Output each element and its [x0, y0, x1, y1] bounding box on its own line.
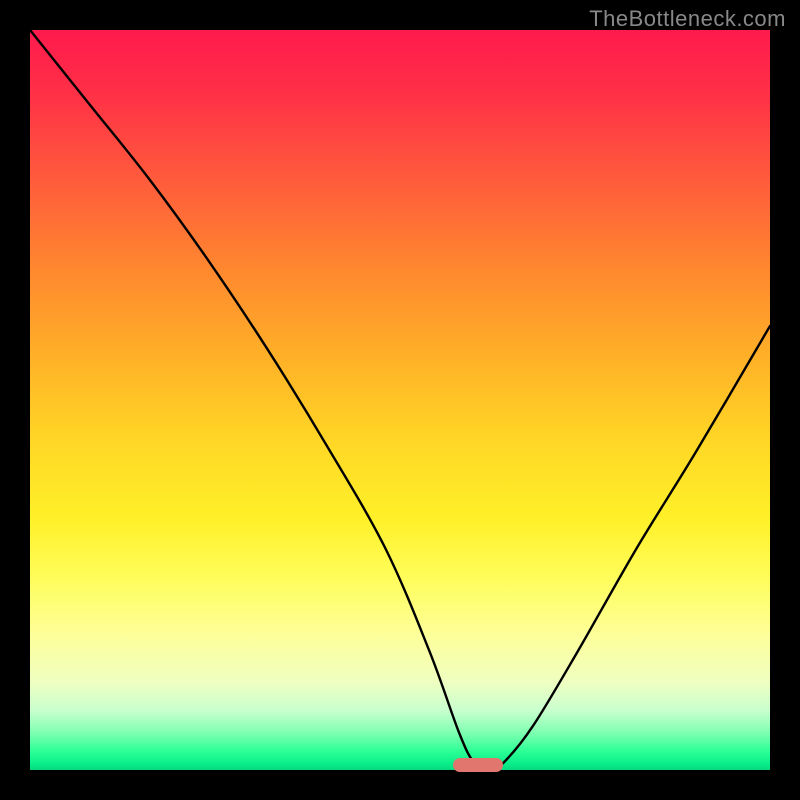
optimal-point-marker — [453, 758, 503, 772]
chart-frame: TheBottleneck.com — [0, 0, 800, 800]
gradient-background — [30, 30, 770, 770]
watermark-text: TheBottleneck.com — [589, 6, 786, 32]
